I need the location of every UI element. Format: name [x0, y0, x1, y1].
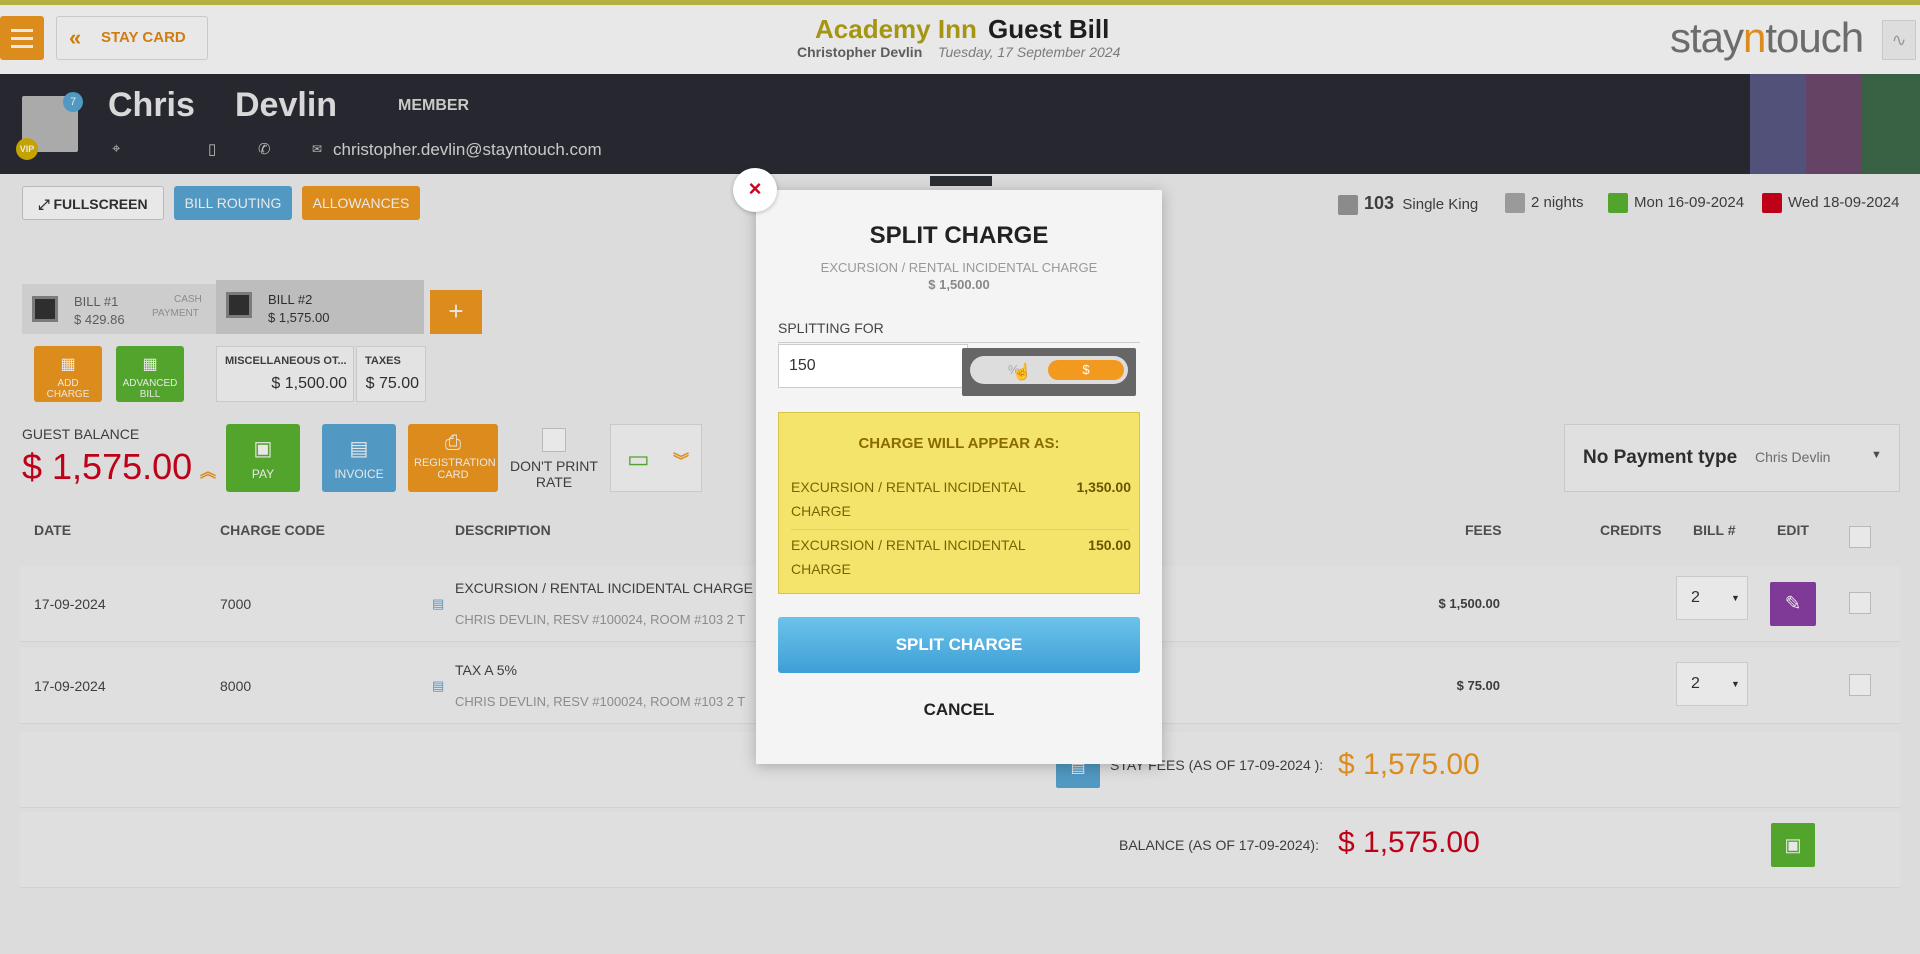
hand-cursor-icon: ☝: [1012, 364, 1032, 381]
drag-handle: [930, 176, 992, 186]
percent-dollar-toggle[interactable]: % $ ☝: [962, 348, 1136, 396]
charge-preview: CHARGE WILL APPEAR AS: EXCURSION / RENTA…: [778, 412, 1140, 594]
charge-amount: $ 1,500.00: [928, 277, 990, 292]
splitting-amount-input[interactable]: [778, 344, 968, 388]
cancel-button[interactable]: CANCEL: [756, 700, 1162, 720]
preview-line: EXCURSION / RENTAL INCIDENTAL CHARGE 1,3…: [791, 479, 1131, 519]
splitting-for-label: SPLITTING FOR: [778, 320, 884, 336]
charge-name: EXCURSION / RENTAL INCIDENTAL CHARGE: [820, 260, 1098, 275]
preview-heading: CHARGE WILL APPEAR AS:: [858, 435, 1060, 452]
input-underline: [778, 342, 1140, 343]
split-charge-button[interactable]: SPLIT CHARGE: [778, 617, 1140, 673]
dialog-title: SPLIT CHARGE: [869, 222, 1049, 249]
divider: [791, 529, 1129, 530]
preview-line: EXCURSION / RENTAL INCIDENTAL CHARGE 150…: [791, 537, 1131, 577]
dollar-option[interactable]: $: [1048, 360, 1124, 380]
close-icon[interactable]: ×: [733, 168, 777, 212]
toggle-track: % $: [970, 356, 1128, 384]
